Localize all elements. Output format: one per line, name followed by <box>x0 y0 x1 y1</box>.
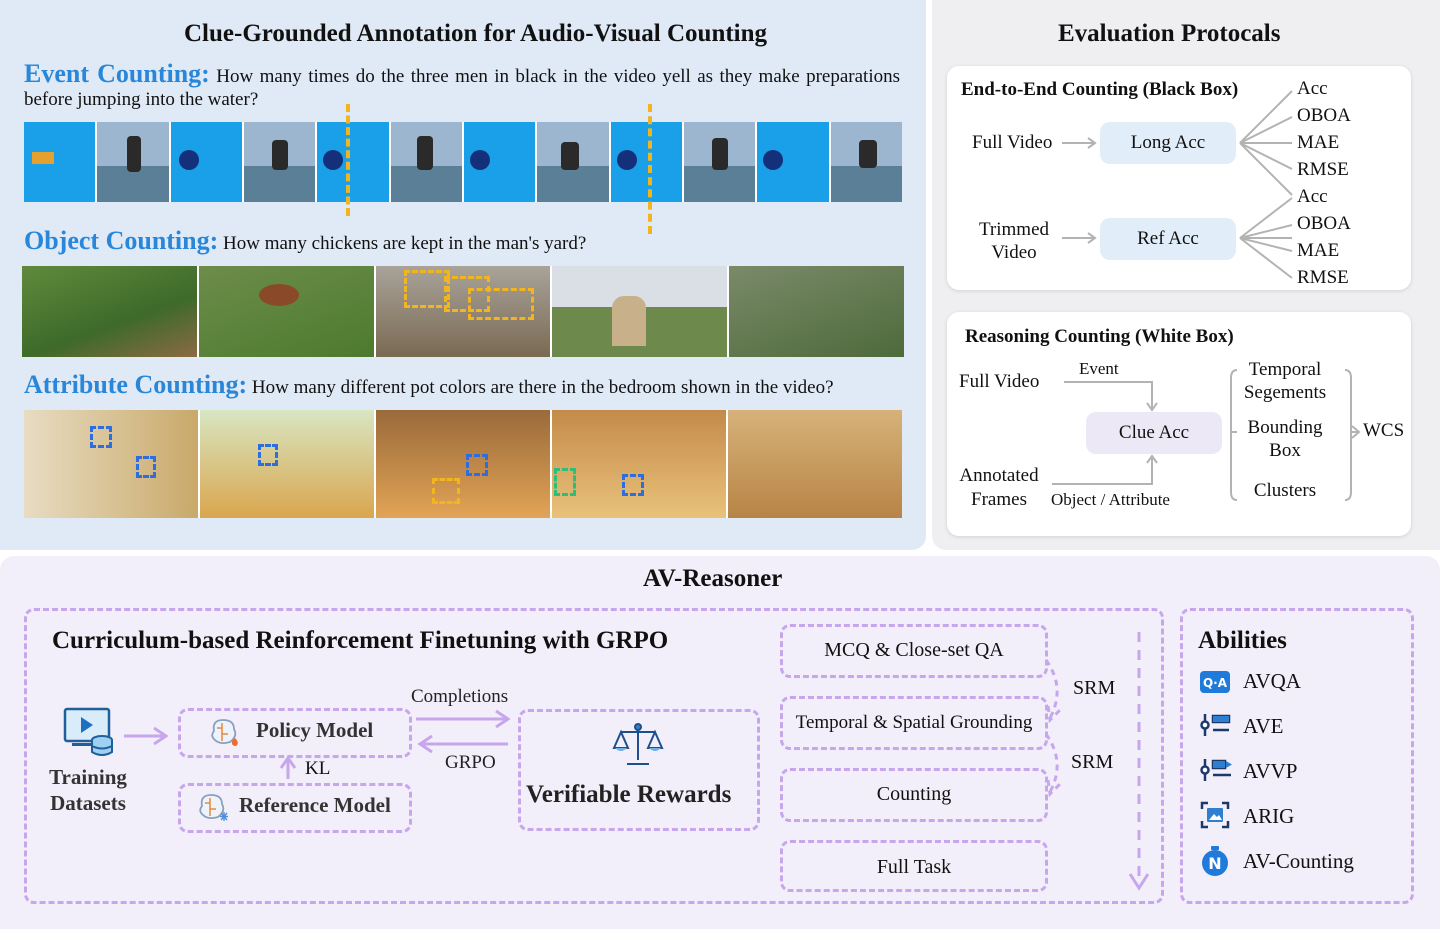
object-video-strip <box>22 266 904 357</box>
stage-mcq: MCQ & Close-set QA <box>824 639 1004 661</box>
object-counting-label: Object Counting: <box>24 226 219 255</box>
stage-full-task: Full Task <box>876 856 952 878</box>
video-frame <box>198 266 376 357</box>
event-marker <box>346 104 350 216</box>
evaluation-panel: Evaluation Protocals End-to-End Counting… <box>932 0 1440 550</box>
video-frame <box>376 410 552 518</box>
event-counting-label: Event Counting: <box>24 59 210 88</box>
video-frame <box>552 410 728 518</box>
attribute-question-block: Attribute Counting: How many different p… <box>24 370 834 399</box>
ability-label: AVE <box>1243 714 1284 738</box>
qa-icon: Q·A <box>1200 671 1230 693</box>
video-frame <box>24 410 200 518</box>
abilities-title: Abilities <box>1198 627 1287 654</box>
event-marker <box>648 104 652 234</box>
video-frame <box>683 122 758 202</box>
video-frame <box>552 266 730 357</box>
video-frame <box>728 410 902 518</box>
ability-label: AVVP <box>1243 759 1298 783</box>
video-frame <box>463 122 538 202</box>
list-icon <box>1200 714 1231 736</box>
video-frame <box>830 122 902 202</box>
white-box-card: Reasoning Counting (White Box) Full Vide… <box>947 312 1411 536</box>
video-frame <box>97 122 171 202</box>
srm-label: SRM <box>1073 677 1116 699</box>
video-frame <box>757 122 831 202</box>
white-box-arrows <box>1052 369 1361 501</box>
srm-label: SRM <box>1071 751 1114 773</box>
black-box-card: End-to-End Counting (Black Box) Full Vid… <box>947 66 1411 290</box>
video-frame <box>375 266 553 357</box>
video-frame <box>24 122 98 202</box>
svg-text:N: N <box>1208 854 1221 873</box>
svg-text:Q·A: Q·A <box>1203 676 1228 690</box>
black-box-arrows <box>1062 90 1293 279</box>
av-reasoner-panel: AV-Reasoner Curriculum-based Reinforceme… <box>0 556 1440 929</box>
ability-label: AVQA <box>1243 669 1301 693</box>
video-frame <box>200 410 376 518</box>
ability-label: AV-Counting <box>1243 849 1354 873</box>
video-frame <box>317 122 391 202</box>
video-frame <box>729 266 904 357</box>
parse-icon <box>1200 759 1232 781</box>
attribute-question: How many different pot colors are there … <box>251 377 834 398</box>
stage-grounding: Temporal & Spatial Grounding <box>795 712 1033 733</box>
image-ground-icon <box>1200 801 1230 829</box>
video-frame <box>537 122 611 202</box>
video-frame <box>170 122 244 202</box>
attribute-video-strip <box>24 410 902 518</box>
stage-counting: Counting <box>876 783 952 805</box>
video-frame <box>243 122 318 202</box>
annotation-title: Clue-Grounded Annotation for Audio-Visua… <box>184 20 768 47</box>
ability-label: ARIG <box>1243 804 1295 828</box>
event-question-block: Event Counting: How many times do the th… <box>24 59 900 111</box>
counter-icon: N <box>1202 846 1228 876</box>
object-question-block: Object Counting: How many chickens are k… <box>24 226 587 255</box>
object-question: How many chickens are kept in the man's … <box>223 233 587 254</box>
annotation-panel: Clue-Grounded Annotation for Audio-Visua… <box>0 0 926 550</box>
evaluation-title: Evaluation Protocals <box>1058 20 1281 47</box>
video-frame <box>390 122 464 202</box>
video-frame <box>22 266 199 357</box>
attribute-counting-label: Attribute Counting: <box>24 370 248 399</box>
event-video-strip <box>24 122 902 202</box>
